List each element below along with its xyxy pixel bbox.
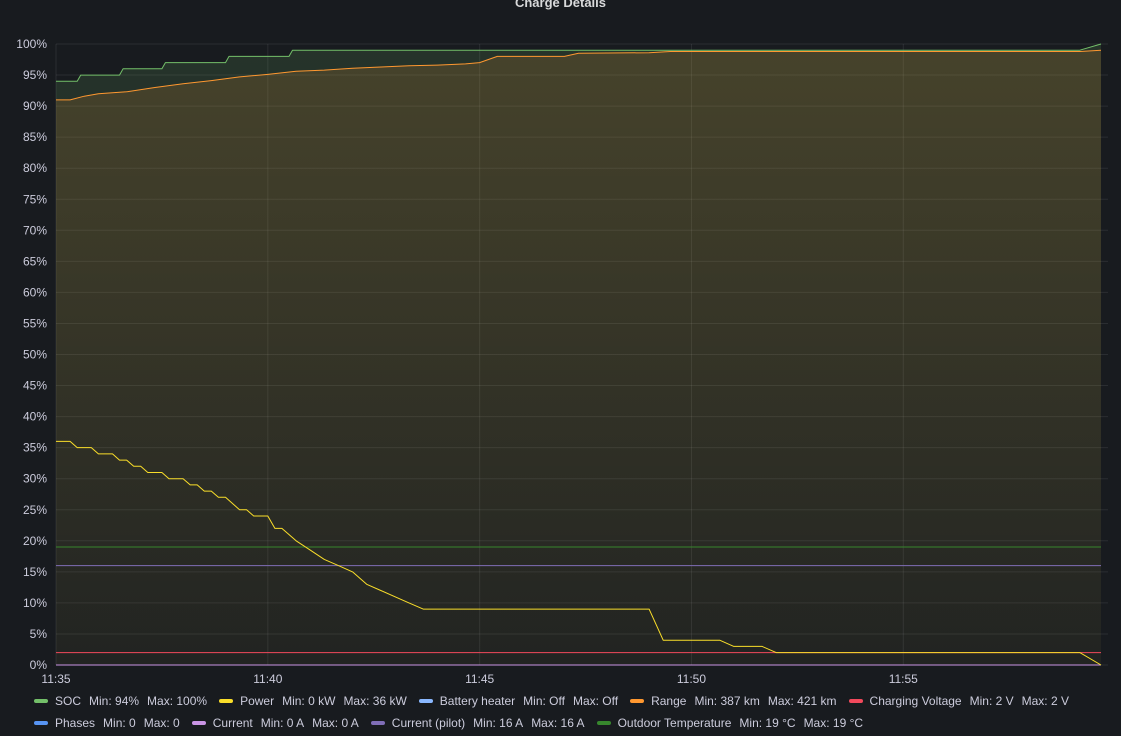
- y-tick-label: 90%: [23, 99, 47, 113]
- legend-min: Min: 2 V: [969, 694, 1014, 708]
- legend-min: Min: 0 kW: [282, 694, 336, 708]
- y-tick-label: 5%: [30, 627, 48, 641]
- legend-name: Current: [212, 716, 253, 730]
- legend-swatch: [34, 721, 48, 725]
- x-tick-label: 11:35: [41, 672, 70, 686]
- y-tick-label: 80%: [23, 161, 47, 175]
- legend-swatch: [34, 699, 48, 703]
- legend-min: Min: 19 °C: [739, 716, 796, 730]
- legend-name: Phases: [55, 716, 96, 730]
- legend-max: Max: 16 A: [531, 716, 585, 730]
- legend-item-range[interactable]: Range Min: 387 km Max: 421 km: [630, 693, 837, 709]
- legend-name: SOC: [55, 694, 82, 708]
- legend-max: Max: 2 V: [1021, 694, 1069, 708]
- y-tick-label: 65%: [23, 254, 47, 268]
- legend-swatch: [848, 699, 863, 703]
- y-tick-label: 55%: [23, 316, 47, 330]
- legend-swatch: [370, 721, 385, 725]
- y-tick-label: 50%: [23, 348, 47, 362]
- legend-swatch: [418, 699, 433, 703]
- y-tick-label: 20%: [23, 534, 47, 548]
- legend-item-charging-voltage[interactable]: Charging Voltage Min: 2 V Max: 2 V: [848, 693, 1069, 709]
- legend-max: Max: Off: [572, 694, 619, 708]
- y-tick-label: 15%: [23, 565, 47, 579]
- x-tick-label: 11:40: [253, 672, 282, 686]
- y-tick-label: 40%: [23, 410, 47, 424]
- x-tick-label: 11:55: [889, 672, 918, 686]
- legend-name: Power: [240, 694, 275, 708]
- legend-name: Outdoor Temperature: [617, 716, 732, 730]
- legend-item-current[interactable]: Current Min: 0 A Max: 0 A: [191, 715, 359, 731]
- legend-item-power[interactable]: Power Min: 0 kW Max: 36 kW: [219, 693, 407, 709]
- y-tick-label: 95%: [23, 68, 47, 82]
- x-tick-label: 11:45: [465, 672, 494, 686]
- legend-min: Min: 0 A: [260, 716, 305, 730]
- legend-swatch: [630, 699, 645, 703]
- y-tick-label: 25%: [23, 503, 47, 517]
- series-area-range: [56, 50, 1101, 665]
- y-tick-label: 45%: [23, 379, 47, 393]
- legend-swatch: [596, 721, 611, 725]
- legend-min: Min: Off: [523, 694, 565, 708]
- legend-item-phases[interactable]: Phases Min: 0 Max: 0: [34, 715, 180, 731]
- y-tick-label: 70%: [23, 223, 47, 237]
- y-tick-label: 100%: [16, 37, 47, 51]
- legend-item-current-pilot[interactable]: Current (pilot) Min: 16 A Max: 16 A: [370, 715, 585, 731]
- legend-swatch: [191, 721, 206, 725]
- legend-max: Max: 36 kW: [343, 694, 407, 708]
- legend-row: Phases Min: 0 Max: 0 Current Min: 0 A Ma…: [34, 712, 1114, 734]
- legend-max: Max: 19 °C: [803, 716, 864, 730]
- legend-item-soc[interactable]: SOC Min: 94% Max: 100%: [34, 693, 207, 709]
- legend-item-battery-heater[interactable]: Battery heater Min: Off Max: Off: [418, 693, 619, 709]
- legend-swatch: [219, 699, 234, 703]
- legend-row: SOC Min: 94% Max: 100% Power Min: 0 kW M…: [34, 690, 1114, 712]
- legend-item-outdoor-temperature[interactable]: Outdoor Temperature Min: 19 °C Max: 19 °…: [596, 715, 864, 731]
- legend-min: Min: 0: [103, 716, 136, 730]
- legend-max: Max: 0: [143, 716, 180, 730]
- y-tick-label: 60%: [23, 285, 47, 299]
- legend-name: Range: [651, 694, 687, 708]
- legend-max: Max: 421 km: [767, 694, 837, 708]
- legend-min: Min: 16 A: [473, 716, 524, 730]
- y-tick-label: 35%: [23, 441, 47, 455]
- y-tick-label: 85%: [23, 130, 47, 144]
- legend-name: Current (pilot): [391, 716, 466, 730]
- legend-name: Battery heater: [439, 694, 516, 708]
- legend-max: Max: 0 A: [312, 716, 359, 730]
- y-tick-label: 30%: [23, 472, 47, 486]
- x-tick-label: 11:50: [677, 672, 706, 686]
- legend-min: Min: 94%: [89, 694, 140, 708]
- y-tick-label: 75%: [23, 192, 47, 206]
- y-tick-label: 10%: [23, 596, 47, 610]
- y-tick-label: 0%: [30, 658, 48, 672]
- legend-max: Max: 100%: [147, 694, 208, 708]
- line-chart: 0% 5% 10% 15% 20% 25% 30% 35% 40% 45% 50% 55% 60% 65%…: [16, 37, 1108, 686]
- legend: SOC Min: 94% Max: 100% Power Min: 0 kW M…: [34, 690, 1114, 734]
- legend-name: Charging Voltage: [869, 694, 962, 708]
- legend-min: Min: 387 km: [694, 694, 760, 708]
